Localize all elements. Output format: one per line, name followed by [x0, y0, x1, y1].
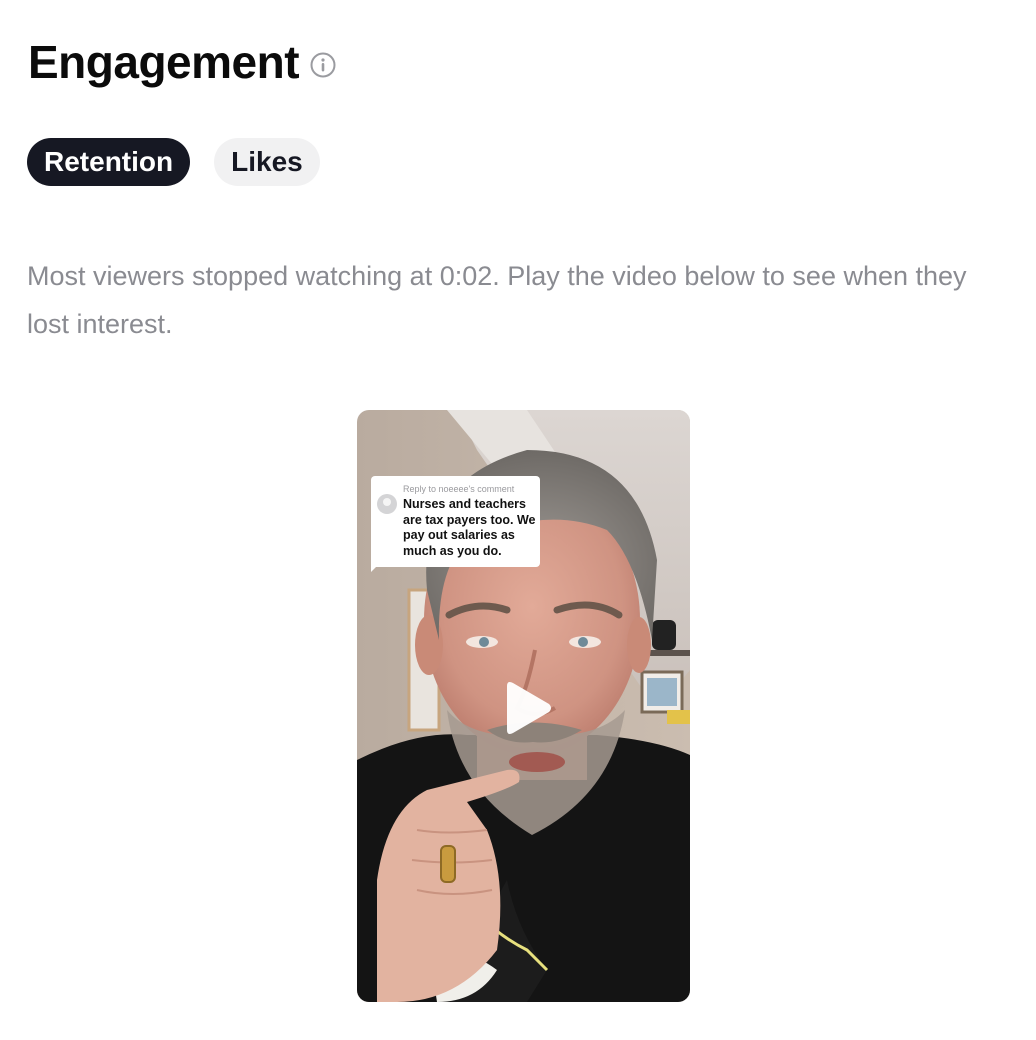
engagement-tabs: Retention Likes [27, 138, 320, 186]
comment-text: Nurses and teachers are tax payers too. … [403, 497, 536, 558]
video-player[interactable]: Reply to noeeee's comment Nurses and tea… [357, 410, 690, 1002]
avatar [377, 494, 397, 514]
retention-description: Most viewers stopped watching at 0:02. P… [27, 261, 967, 339]
tab-likes[interactable]: Likes [214, 138, 320, 186]
page-title: Engagement [28, 36, 300, 88]
bubble-tail [371, 560, 383, 572]
section-header: Engagement [28, 34, 337, 90]
play-icon[interactable] [503, 680, 553, 736]
comment-reply-label: Reply to noeeee's comment [403, 484, 515, 494]
comment-reply-bubble: Reply to noeeee's comment Nurses and tea… [371, 476, 540, 567]
tab-retention[interactable]: Retention [27, 138, 191, 186]
info-circle-icon[interactable] [309, 51, 337, 79]
